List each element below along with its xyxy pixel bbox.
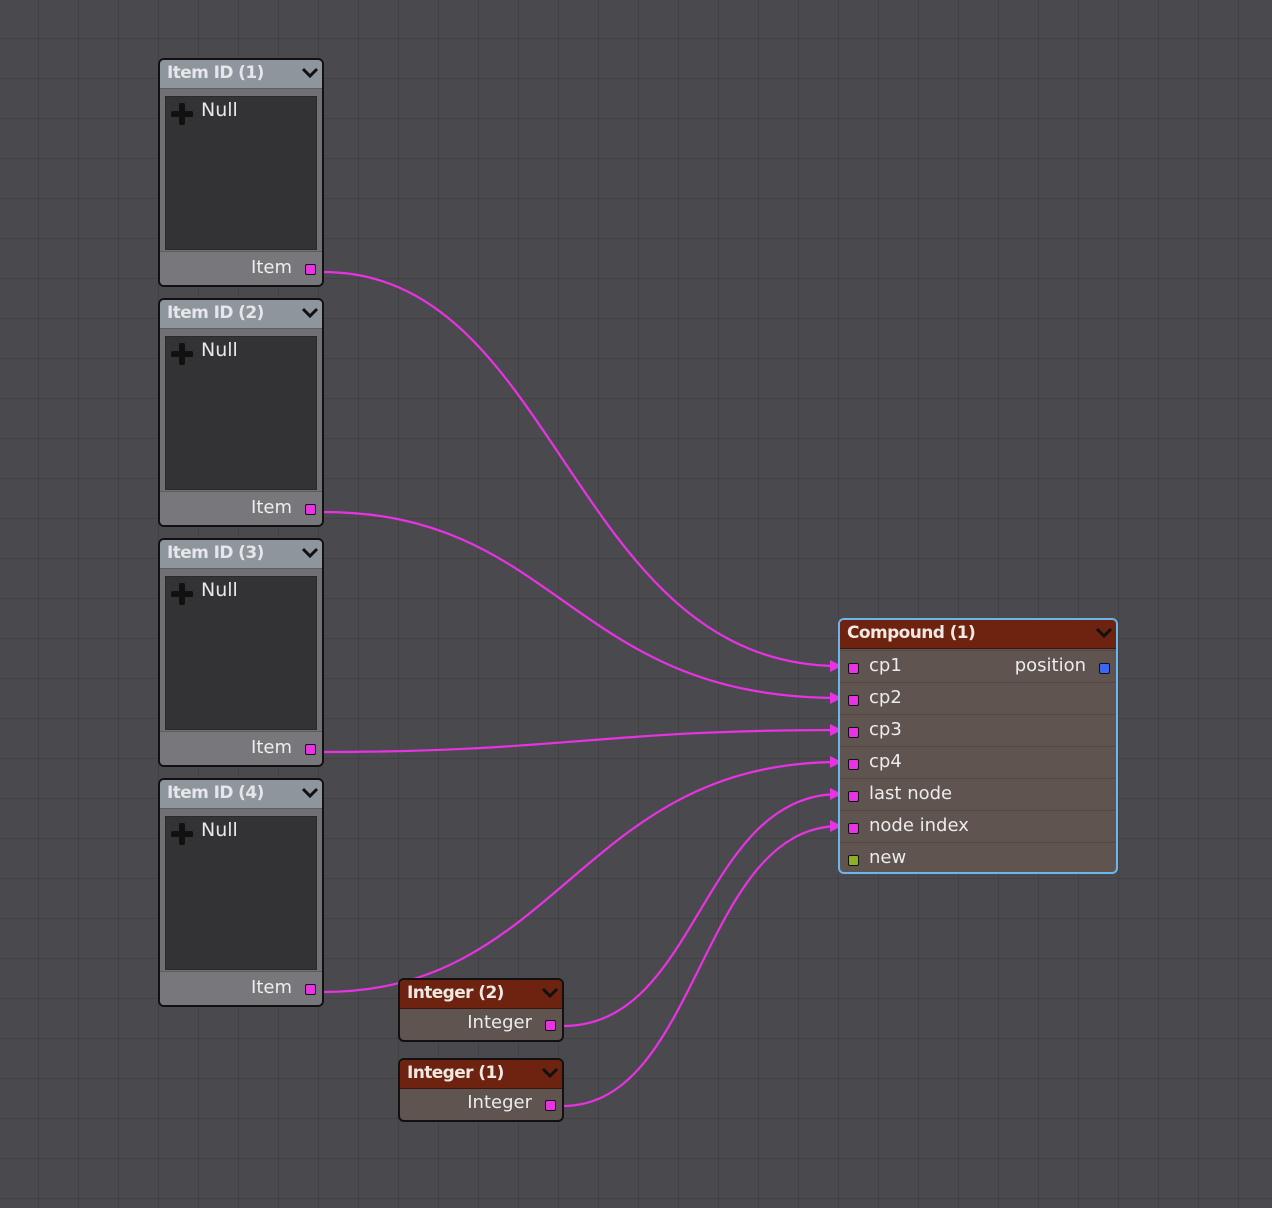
node-header[interactable]: Item ID (2) xyxy=(160,300,322,329)
output-label: Item xyxy=(251,497,292,518)
output-label: Integer xyxy=(467,1092,532,1113)
integer-output-port[interactable] xyxy=(545,1100,556,1111)
cp1-input-port[interactable] xyxy=(848,663,859,674)
item-id-node[interactable]: Item ID (1) Null Item xyxy=(158,58,324,287)
item-output-port[interactable] xyxy=(305,744,316,755)
item-list[interactable]: Null xyxy=(165,96,317,250)
input-row-cp2: cp2 xyxy=(840,682,1116,715)
chevron-down-icon[interactable] xyxy=(300,63,320,83)
node-index-input-port[interactable] xyxy=(848,823,859,834)
node-title: Integer (2) xyxy=(407,983,504,1003)
node-header[interactable]: Item ID (4) xyxy=(160,780,322,809)
chevron-down-icon[interactable] xyxy=(540,1063,560,1083)
position-output-port[interactable] xyxy=(1099,663,1110,674)
wire-item3-cp3 xyxy=(322,724,842,754)
wire-item1-cp1 xyxy=(322,270,842,672)
output-label: Item xyxy=(251,257,292,278)
list-entry: Null xyxy=(201,339,238,361)
input-label: cp3 xyxy=(869,719,902,740)
item-output-port[interactable] xyxy=(305,264,316,275)
chevron-down-icon[interactable] xyxy=(300,543,320,563)
chevron-down-icon[interactable] xyxy=(300,783,320,803)
node-title: Item ID (1) xyxy=(167,63,264,83)
wire-integer1-nodeindex xyxy=(562,820,842,1108)
wire-item2-cp2 xyxy=(322,510,842,704)
integer-node[interactable]: Integer (1) Integer xyxy=(398,1058,564,1122)
plus-icon[interactable] xyxy=(171,343,193,365)
node-header[interactable]: Compound (1) xyxy=(840,620,1116,649)
output-label: Integer xyxy=(467,1012,532,1033)
node-title: Integer (1) xyxy=(407,1063,504,1083)
node-output-row: Item xyxy=(160,491,322,525)
node-output-row: Item xyxy=(160,251,322,285)
input-row-node-index: node index xyxy=(840,810,1116,843)
input-label: cp2 xyxy=(869,687,902,708)
item-output-port[interactable] xyxy=(305,504,316,515)
input-label: new xyxy=(869,847,907,868)
node-title: Item ID (3) xyxy=(167,543,264,563)
item-id-node[interactable]: Item ID (4) Null Item xyxy=(158,778,324,1007)
input-label: cp4 xyxy=(869,751,902,772)
input-label: cp1 xyxy=(869,655,902,676)
last-node-input-port[interactable] xyxy=(848,791,859,802)
input-row-cp1: cp1 position xyxy=(840,650,1116,683)
node-header[interactable]: Item ID (1) xyxy=(160,60,322,89)
node-output-row: Item xyxy=(160,731,322,765)
node-header[interactable]: Integer (2) xyxy=(400,980,562,1009)
compound-node[interactable]: Compound (1) cp1 position cp2 cp3 cp4 la… xyxy=(838,618,1118,874)
cp4-input-port[interactable] xyxy=(848,759,859,770)
wire-item4-cp4 xyxy=(322,756,842,994)
node-title: Compound (1) xyxy=(847,623,976,643)
output-label: Item xyxy=(251,737,292,758)
wire-integer2-lastnode xyxy=(562,788,842,1028)
node-title: Item ID (4) xyxy=(167,783,264,803)
input-row-new: new xyxy=(840,842,1116,872)
plus-icon[interactable] xyxy=(171,823,193,845)
input-row-cp3: cp3 xyxy=(840,714,1116,747)
cp3-input-port[interactable] xyxy=(848,727,859,738)
plus-icon[interactable] xyxy=(171,583,193,605)
cp2-input-port[interactable] xyxy=(848,695,859,706)
list-entry: Null xyxy=(201,99,238,121)
item-id-node[interactable]: Item ID (3) Null Item xyxy=(158,538,324,767)
output-label: Item xyxy=(251,977,292,998)
input-row-last-node: last node xyxy=(840,778,1116,811)
chevron-down-icon[interactable] xyxy=(300,303,320,323)
list-entry: Null xyxy=(201,819,238,841)
input-label: node index xyxy=(869,815,969,836)
node-header[interactable]: Integer (1) xyxy=(400,1060,562,1089)
new-input-port[interactable] xyxy=(848,855,859,866)
chevron-down-icon[interactable] xyxy=(540,983,560,1003)
item-id-node[interactable]: Item ID (2) Null Item xyxy=(158,298,324,527)
item-list[interactable]: Null xyxy=(165,336,317,490)
chevron-down-icon[interactable] xyxy=(1094,623,1114,643)
item-list[interactable]: Null xyxy=(165,816,317,970)
node-title: Item ID (2) xyxy=(167,303,264,323)
node-header[interactable]: Item ID (3) xyxy=(160,540,322,569)
item-output-port[interactable] xyxy=(305,984,316,995)
integer-output-port[interactable] xyxy=(545,1020,556,1031)
input-row-cp4: cp4 xyxy=(840,746,1116,779)
node-output-row: Item xyxy=(160,971,322,1005)
integer-node[interactable]: Integer (2) Integer xyxy=(398,978,564,1042)
output-label: position xyxy=(1014,655,1086,676)
item-list[interactable]: Null xyxy=(165,576,317,730)
list-entry: Null xyxy=(201,579,238,601)
input-label: last node xyxy=(869,783,953,804)
plus-icon[interactable] xyxy=(171,103,193,125)
